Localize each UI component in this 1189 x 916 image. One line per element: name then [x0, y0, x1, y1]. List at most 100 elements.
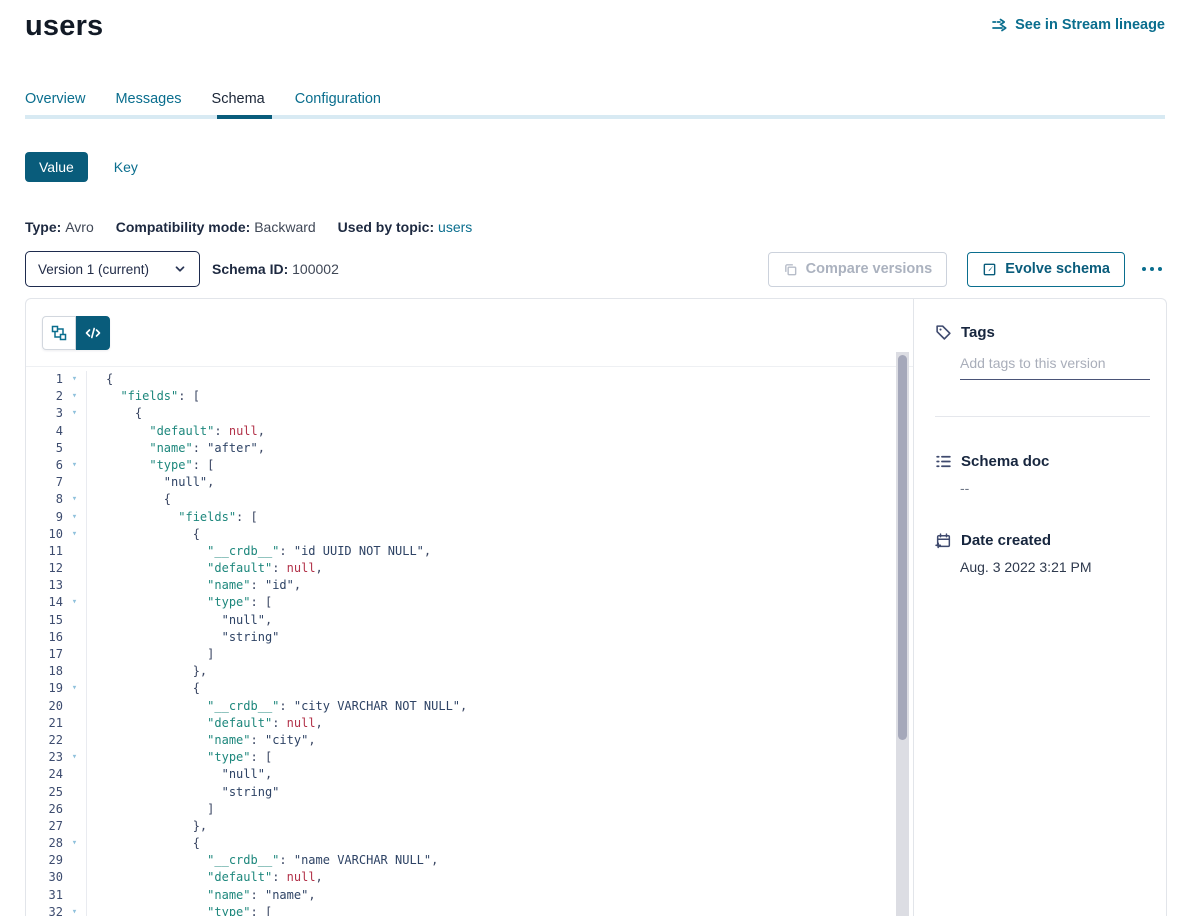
evolve-schema-label: Evolve schema — [1005, 261, 1110, 277]
stream-lineage-link[interactable]: See in Stream lineage — [991, 17, 1165, 33]
code-line: 14▾ "type": [ — [26, 594, 913, 611]
code-line: 11 "__crdb__": "id UUID NOT NULL", — [26, 543, 913, 560]
active-tab-indicator — [217, 115, 272, 119]
line-number: 15 — [26, 612, 63, 629]
code-text: { — [86, 491, 171, 508]
code-line: 5 "name": "after", — [26, 440, 913, 457]
tab-schema[interactable]: Schema — [212, 91, 265, 107]
fold-toggle-icon[interactable]: ▾ — [63, 749, 86, 766]
schema-id: Schema ID: 100002 — [212, 261, 339, 277]
fold-gutter — [63, 869, 86, 886]
code-line: 6▾ "type": [ — [26, 457, 913, 474]
code-text: { — [86, 835, 200, 852]
compare-versions-button[interactable]: Compare versions — [768, 252, 948, 287]
evolve-schema-button[interactable]: Evolve schema — [967, 252, 1125, 287]
more-options-button[interactable] — [1139, 261, 1165, 277]
code-line: 8▾ { — [26, 491, 913, 508]
value-tab-button[interactable]: Value — [25, 152, 88, 182]
fold-toggle-icon[interactable]: ▾ — [63, 526, 86, 543]
meta-label: Compatibility mode: — [116, 219, 254, 235]
schema-id-value: 100002 — [292, 261, 339, 277]
line-number: 9 — [26, 509, 63, 526]
line-number: 6 — [26, 457, 63, 474]
date-created-title: Date created — [961, 532, 1051, 549]
code-line: 15 "null", — [26, 612, 913, 629]
page-header: users See in Stream lineage — [25, 0, 1165, 43]
compare-versions-label: Compare versions — [806, 261, 933, 277]
fold-gutter — [63, 646, 86, 663]
fold-gutter — [63, 474, 86, 491]
version-toolbar: Version 1 (current) Schema ID: 100002 Co… — [25, 251, 1165, 287]
fold-toggle-icon[interactable]: ▾ — [63, 388, 86, 405]
code-line: 18 }, — [26, 663, 913, 680]
code-line: 19▾ { — [26, 680, 913, 697]
code-text: "default": null, — [86, 423, 265, 440]
line-number: 13 — [26, 577, 63, 594]
fold-gutter — [63, 887, 86, 904]
tree-view-icon — [51, 325, 67, 341]
line-number: 17 — [26, 646, 63, 663]
tab-bar: Overview Messages Schema Configuration — [25, 91, 1165, 107]
code-text: "type": [ — [86, 749, 272, 766]
fold-toggle-icon[interactable]: ▾ — [63, 594, 86, 611]
line-number: 7 — [26, 474, 63, 491]
code-view-button[interactable] — [76, 316, 110, 350]
code-line: 24 "null", — [26, 766, 913, 783]
fold-toggle-icon[interactable]: ▾ — [63, 371, 86, 388]
code-text: "default": null, — [86, 560, 323, 577]
scrollbar-thumb[interactable] — [898, 355, 907, 740]
fold-toggle-icon[interactable]: ▾ — [63, 457, 86, 474]
fold-toggle-icon[interactable]: ▾ — [63, 405, 86, 422]
tab-track — [25, 115, 1165, 119]
fold-gutter — [63, 698, 86, 715]
line-number: 25 — [26, 784, 63, 801]
fold-toggle-icon[interactable]: ▾ — [63, 509, 86, 526]
fold-toggle-icon[interactable]: ▾ — [63, 491, 86, 508]
tree-view-button[interactable] — [42, 316, 76, 350]
line-number: 26 — [26, 801, 63, 818]
schema-id-label: Schema ID: — [212, 261, 288, 277]
code-line: 30 "default": null, — [26, 869, 913, 886]
line-number: 5 — [26, 440, 63, 457]
tags-title: Tags — [961, 324, 995, 341]
line-number: 30 — [26, 869, 63, 886]
meta-label: Used by topic: — [338, 219, 438, 235]
date-created-value: Aug. 3 2022 3:21 PM — [960, 559, 1150, 575]
meta-value[interactable]: users — [438, 219, 472, 235]
stream-lineage-label: See in Stream lineage — [1015, 17, 1165, 33]
line-number: 21 — [26, 715, 63, 732]
key-tab-button[interactable]: Key — [114, 159, 138, 175]
fold-toggle-icon[interactable]: ▾ — [63, 680, 86, 697]
tab-messages[interactable]: Messages — [115, 91, 181, 107]
code-text: "name": "id", — [86, 577, 301, 594]
fold-gutter — [63, 818, 86, 835]
code-text: "null", — [86, 766, 272, 783]
meta-value: Avro — [65, 219, 94, 235]
code-text: "fields": [ — [86, 388, 200, 405]
code-scrollbar[interactable] — [896, 352, 909, 916]
schema-json-editor[interactable]: 1▾{2▾ "fields": [3▾ {4 "default": null,5… — [26, 367, 913, 916]
date-created-icon — [935, 532, 952, 549]
code-line: 12 "default": null, — [26, 560, 913, 577]
code-line: 20 "__crdb__": "city VARCHAR NOT NULL", — [26, 698, 913, 715]
line-number: 2 — [26, 388, 63, 405]
fold-gutter — [63, 766, 86, 783]
code-text: }, — [86, 663, 207, 680]
tab-configuration[interactable]: Configuration — [295, 91, 381, 107]
fold-gutter — [63, 663, 86, 680]
code-line: 21 "default": null, — [26, 715, 913, 732]
version-select[interactable]: Version 1 (current) — [25, 251, 200, 287]
code-text: "__crdb__": "id UUID NOT NULL", — [86, 543, 431, 560]
fold-gutter — [63, 732, 86, 749]
code-text: { — [86, 680, 200, 697]
code-line: 27 }, — [26, 818, 913, 835]
line-number: 24 — [26, 766, 63, 783]
date-created-section: Date created Aug. 3 2022 3:21 PM — [935, 532, 1150, 575]
code-text: "type": [ — [86, 457, 214, 474]
tab-overview[interactable]: Overview — [25, 91, 85, 107]
code-text: "null", — [86, 474, 214, 491]
fold-toggle-icon[interactable]: ▾ — [63, 904, 86, 916]
code-text: "type": [ — [86, 594, 272, 611]
fold-toggle-icon[interactable]: ▾ — [63, 835, 86, 852]
add-tags-input[interactable] — [960, 349, 1150, 380]
